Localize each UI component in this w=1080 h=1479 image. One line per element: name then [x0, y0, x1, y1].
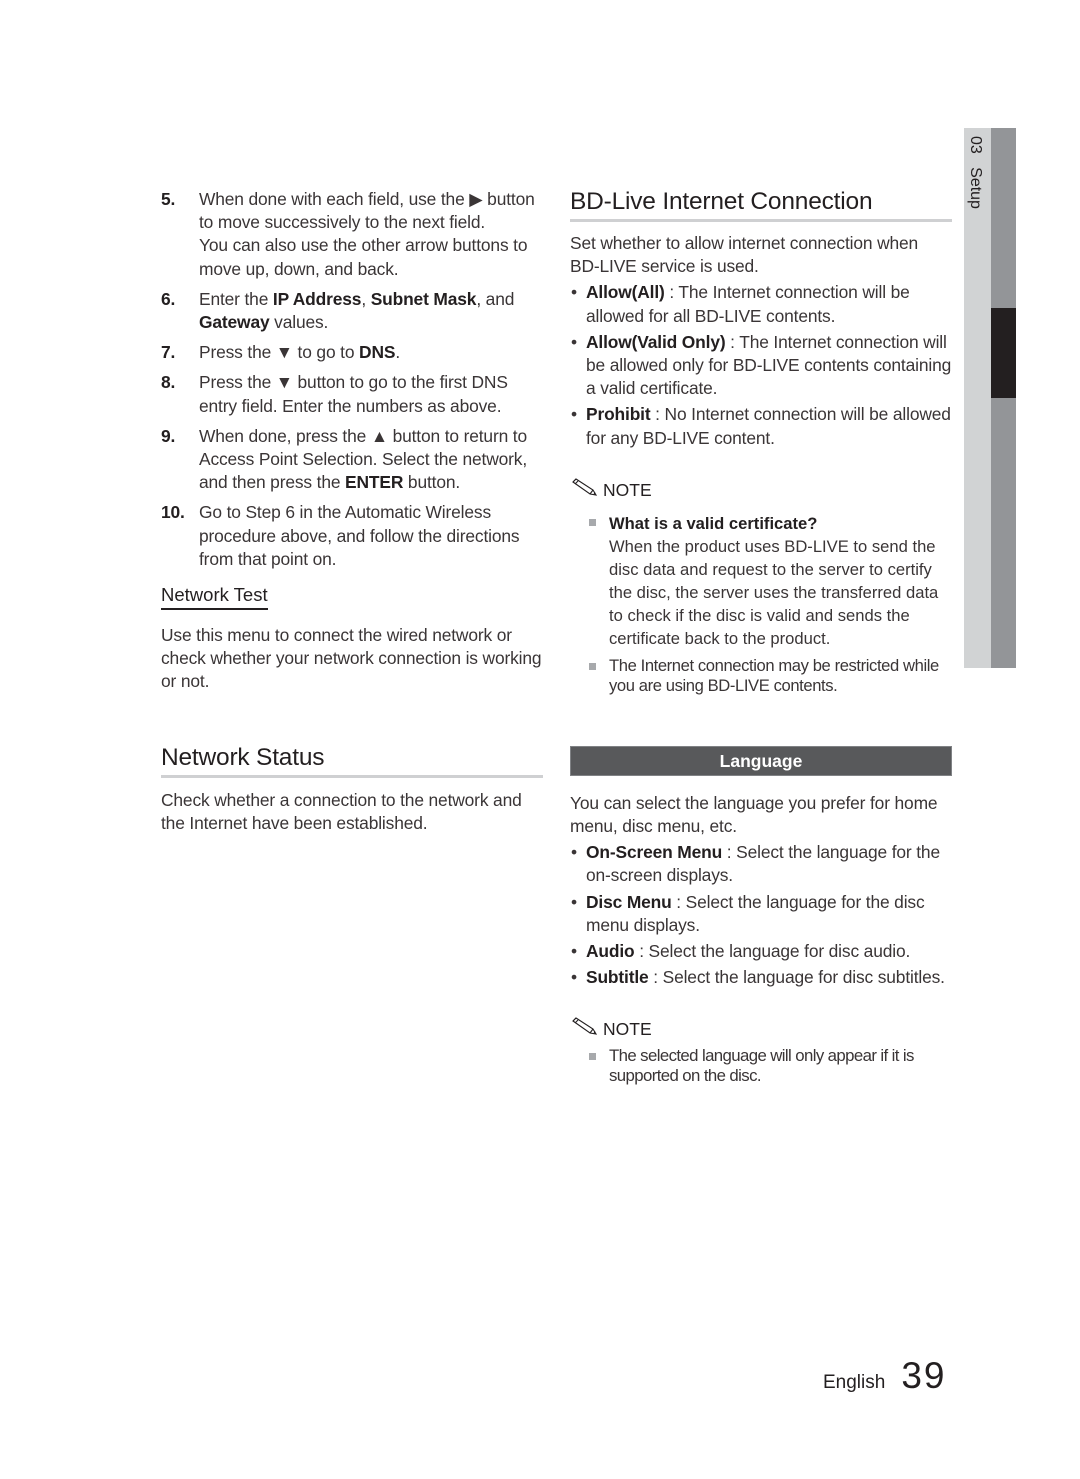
language-section: Language You can select the language you…: [570, 745, 952, 1087]
step-item: 7. Press the ▼ to go to DNS.: [161, 341, 543, 364]
network-test-body: Use this menu to connect the wired netwo…: [161, 625, 542, 692]
bullet-icon: •: [571, 941, 577, 962]
note-label: NOTE: [603, 1019, 652, 1040]
note-item: The selected language will only appear i…: [570, 1046, 952, 1086]
bd-live-intro: Set whether to allow internet connection…: [570, 233, 919, 277]
step-text: Press the ▼ button to go to the first DN…: [199, 372, 508, 416]
pencil-icon: [570, 478, 603, 503]
right-column: BD-Live Internet Connection Set whether …: [570, 188, 952, 1086]
chapter-side-tab-marker: [991, 308, 1016, 398]
step-item: 5. When done with each field, use the ▶ b…: [161, 188, 543, 281]
option-item: • Prohibit : No Internet connection will …: [570, 403, 952, 449]
step-text: , and: [476, 288, 515, 309]
step-text: Press the ▼ to go to: [199, 342, 360, 363]
step-number: 7.: [161, 342, 176, 363]
language-note: NOTE The selected language will only app…: [570, 1017, 952, 1086]
step-number: 9.: [161, 425, 176, 446]
step-number: 8.: [161, 372, 176, 393]
option-item: • Audio : Select the language for disc au…: [570, 940, 952, 963]
step-item: 8. Press the ▼ button to go to the first …: [161, 371, 543, 417]
left-column: 5. When done with each field, use the ▶ b…: [161, 188, 543, 835]
step-item: 10. Go to Step 6 in the Automatic Wireles…: [161, 501, 543, 571]
step-number: 5.: [161, 189, 176, 209]
bullet-icon: •: [571, 967, 577, 988]
note-item: What is a valid certificate? When the pro…: [570, 512, 952, 650]
step-number: 10.: [161, 502, 185, 523]
page-footer: English 39: [823, 1355, 946, 1397]
network-status-heading: Network Status: [161, 744, 543, 778]
option-description: : Select the language for disc subtitles…: [648, 967, 945, 988]
bd-live-note: NOTE What is a valid certificate? When th…: [570, 478, 952, 696]
step-text: When done with each field, use the ▶ but…: [199, 189, 535, 233]
option-term: Allow(All): [586, 282, 665, 303]
bd-live-section: BD-Live Internet Connection Set whether …: [570, 188, 952, 696]
option-item: • On-Screen Menu : Select the language fo…: [570, 841, 952, 887]
bd-live-note-items: What is a valid certificate? When the pro…: [570, 512, 952, 696]
note-item: The Internet connection may be restricte…: [570, 656, 952, 696]
note-header: NOTE: [570, 478, 952, 503]
square-bullet-icon: [589, 518, 596, 526]
network-test-heading: Network Test: [161, 584, 268, 611]
chapter-side-tab: [964, 128, 991, 668]
bd-live-heading: BD-Live Internet Connection: [570, 188, 952, 222]
option-term: Disc Menu: [586, 891, 672, 912]
step-keyword: IP Address: [272, 288, 362, 309]
network-status-body: Check whether a connection to the networ…: [161, 789, 522, 833]
option-term: Subtitle: [586, 967, 649, 988]
step-text: .: [395, 342, 401, 363]
bullet-icon: •: [571, 842, 577, 863]
step-keyword: ENTER: [345, 472, 404, 493]
step-text: ,: [361, 288, 371, 309]
network-status-section: Network Status Check whether a connectio…: [161, 744, 543, 835]
step-item: 6. Enter the IP Address, Subnet Mask, and…: [161, 288, 543, 334]
step-extra-text: You can also use the other arrow buttons…: [199, 235, 528, 279]
bullet-icon: •: [571, 404, 577, 425]
pencil-icon: [570, 1017, 603, 1042]
language-options: • On-Screen Menu : Select the language fo…: [570, 841, 952, 989]
language-heading: Language: [570, 745, 952, 776]
note-text: The Internet connection may be restricte…: [609, 655, 939, 695]
step-text: Go to Step 6 in the Automatic Wireless p…: [199, 502, 520, 569]
page-number: 39: [901, 1355, 947, 1396]
note-label: NOTE: [603, 479, 652, 500]
bullet-icon: •: [571, 282, 577, 303]
step-keyword: Gateway: [199, 312, 270, 333]
step-keyword: Subnet Mask: [370, 288, 477, 309]
step-item: 9. When done, press the ▲ button to retur…: [161, 425, 543, 495]
step-keyword: DNS: [359, 342, 396, 363]
chapter-number: 03: [967, 136, 984, 154]
language-intro: You can select the language you prefer f…: [570, 792, 938, 837]
note-text: When the product uses BD-LIVE to send th…: [609, 536, 939, 648]
option-item: • Allow(All) : The Internet connection wi…: [570, 281, 952, 327]
chapter-side-tab-strip: [991, 128, 1016, 668]
step-number: 6.: [161, 288, 176, 309]
option-term: On-Screen Menu: [586, 842, 723, 863]
note-text: The selected language will only appear i…: [609, 1046, 914, 1086]
bullet-icon: •: [571, 331, 577, 352]
option-item: • Disc Menu : Select the language for the…: [570, 891, 952, 937]
option-item: • Allow(Valid Only) : The Internet connec…: [570, 331, 952, 401]
step-text: values.: [269, 312, 329, 333]
language-note-items: The selected language will only appear i…: [570, 1046, 952, 1086]
network-test-section: Network Test Use this menu to connect th…: [161, 584, 543, 694]
bd-live-options: • Allow(All) : The Internet connection wi…: [570, 281, 952, 449]
square-bullet-icon: [589, 662, 596, 670]
note-title: What is a valid certificate?: [609, 513, 818, 533]
chapter-label: 03 Setup: [966, 136, 984, 209]
step-text: Enter the: [199, 288, 273, 309]
option-term: Allow(Valid Only): [586, 331, 726, 352]
footer-language: English: [823, 1372, 886, 1393]
option-description: : Select the language for disc audio.: [634, 941, 911, 962]
option-item: • Subtitle : Select the language for disc…: [570, 966, 952, 989]
option-term: Prohibit: [586, 404, 651, 425]
chapter-title: Setup: [967, 167, 984, 209]
steps-list: 5. When done with each field, use the ▶ b…: [161, 188, 543, 571]
bullet-icon: •: [571, 891, 577, 912]
step-text: button.: [403, 472, 461, 493]
note-header: NOTE: [570, 1017, 952, 1042]
square-bullet-icon: [589, 1053, 596, 1061]
option-term: Audio: [586, 941, 635, 962]
